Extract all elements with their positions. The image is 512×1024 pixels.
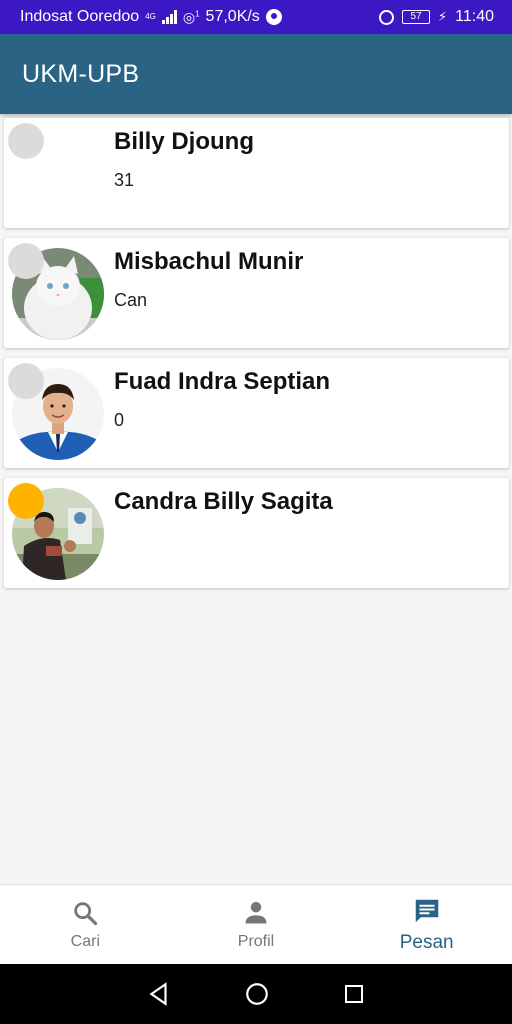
battery-icon: 57 — [402, 10, 430, 24]
chat-item-billy-djoung[interactable]: Billy Djoung 31 — [4, 118, 509, 228]
contact-name: Misbachul Munir — [114, 248, 304, 275]
bottom-navigation: Cari Profil Pesan — [0, 884, 512, 964]
last-message: 31 — [114, 170, 135, 190]
hotspot-badge: 1 — [195, 8, 200, 18]
contact-name: Fuad Indra Septian — [114, 368, 331, 395]
signal-icon — [161, 10, 177, 24]
last-message: 0 — [114, 410, 125, 430]
last-message: Can — [114, 290, 148, 310]
nav-label-profil: Profil — [237, 932, 275, 950]
contact-name: Billy Djoung — [114, 128, 254, 155]
carrier-name: Indosat Ooredoo — [20, 8, 140, 25]
recents-icon[interactable] — [342, 982, 366, 1006]
message-icon — [415, 899, 438, 922]
person-icon — [245, 901, 267, 923]
home-icon[interactable] — [244, 981, 270, 1007]
search-icon — [74, 901, 98, 925]
clock: 11:40 — [455, 8, 494, 25]
chat-item-fuad-indra-septian[interactable]: Fuad Indra Septian 0 — [4, 358, 509, 468]
hotspot-icon: ◎1 — [182, 8, 200, 25]
network-type: 4G — [145, 12, 156, 21]
chat-item-candra-billy-sagita[interactable]: Candra Billy Sagita — [4, 478, 509, 588]
presence-dot — [8, 363, 44, 399]
alarm-icon — [379, 9, 394, 25]
back-icon[interactable] — [146, 981, 172, 1007]
nav-tab-pesan[interactable]: Pesan — [341, 885, 512, 964]
presence-dot — [8, 483, 44, 519]
nav-tab-cari[interactable]: Cari — [0, 885, 171, 964]
status-bar: Indosat Ooredoo 4G ◎1 57,0K/s 57 ⚡ 11:40 — [0, 0, 512, 34]
nav-label-pesan: Pesan — [399, 931, 454, 953]
app-bar: UKM-UPB — [0, 34, 512, 114]
network-speed: 57,0K/s — [205, 8, 260, 25]
chat-item-misbachul-munir[interactable]: Misbachul Munir Can — [4, 238, 509, 348]
app-title: UKM-UPB — [22, 59, 140, 88]
presence-dot — [8, 123, 44, 159]
nav-label-cari: Cari — [70, 932, 100, 950]
nav-tab-profil[interactable]: Profil — [171, 885, 342, 964]
whatsapp-icon — [265, 9, 282, 25]
charging-icon: ⚡ — [438, 9, 448, 24]
battery-level: 57 — [410, 11, 422, 22]
system-navigation-bar — [0, 964, 512, 1024]
contact-name: Candra Billy Sagita — [114, 488, 333, 515]
chat-list: Billy Djoung 31 Misbachul Munir Can Fuad… — [4, 118, 509, 598]
presence-dot — [8, 243, 44, 279]
